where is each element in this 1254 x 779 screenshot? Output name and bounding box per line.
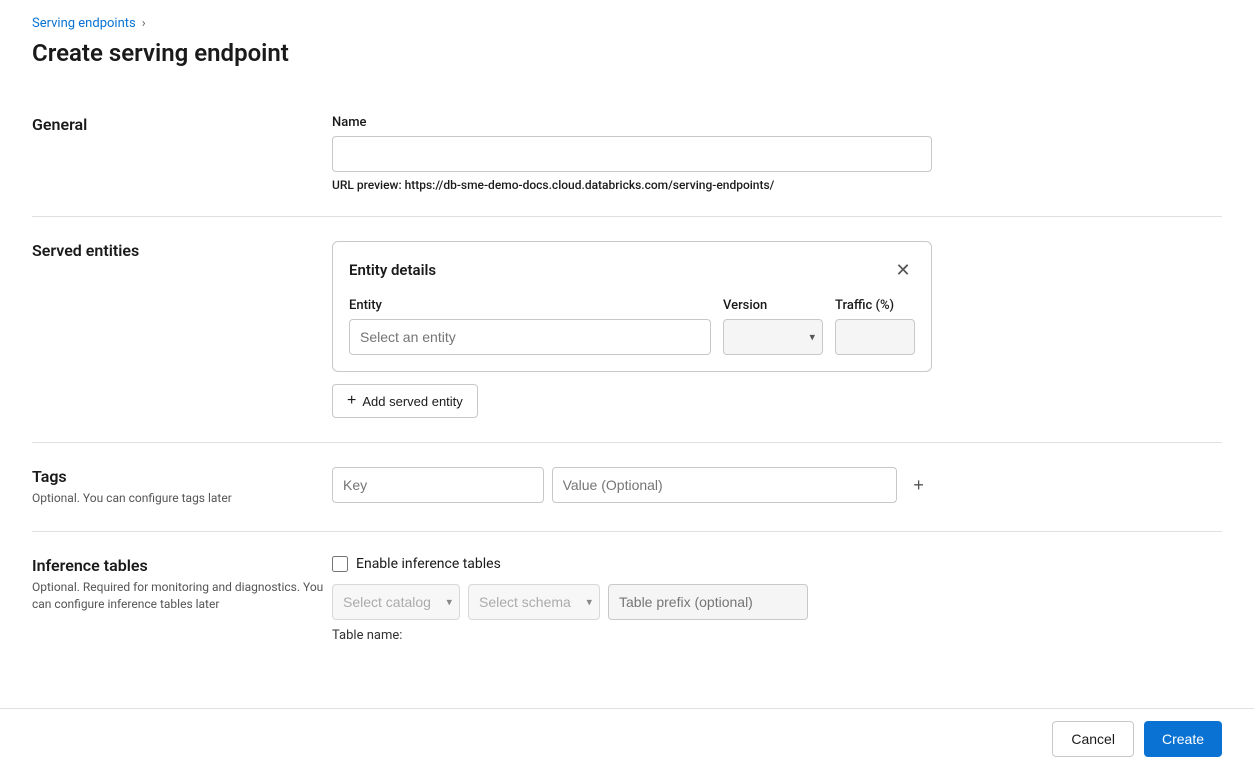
plus-icon: + [347,392,356,410]
url-preview: URL preview: https://db-sme-demo-docs.cl… [332,178,932,192]
tag-key-input[interactable] [332,467,544,503]
add-tag-icon: + [913,475,924,496]
cancel-button[interactable]: Cancel [1052,721,1134,757]
inference-tables-section: Inference tables Optional. Required for … [32,532,1222,667]
served-entities-title: Served entities [32,241,332,260]
table-prefix-input[interactable] [608,584,808,620]
schema-select[interactable]: Select schema [468,584,600,620]
table-name-label: Table name: [332,628,402,643]
inference-tables-note: Optional. Required for monitoring and di… [32,579,332,613]
page-footer: Cancel Create [0,708,1254,768]
add-served-entity-button[interactable]: + Add served entity [332,384,478,418]
tag-value-input[interactable] [552,467,898,503]
version-label: Version [723,298,823,313]
served-entities-section: Served entities Entity details ✕ Entity [32,217,1222,443]
name-input[interactable] [332,136,932,172]
entity-card-title: Entity details [349,261,436,279]
traffic-input[interactable]: 100 [835,319,915,355]
breadcrumb-link[interactable]: Serving endpoints [32,16,136,31]
name-label: Name [332,115,932,130]
add-tag-button[interactable]: + [905,471,932,499]
general-section: General Name URL preview: https://db-sme… [32,91,1222,217]
entity-details-card: Entity details ✕ Entity Version [332,241,932,372]
close-entity-card-button[interactable]: ✕ [891,258,915,282]
inference-tables-title: Inference tables [32,556,332,575]
add-entity-label: Add served entity [362,394,462,409]
page-title: Create serving endpoint [32,39,1222,67]
enable-inference-row: Enable inference tables [332,556,932,572]
general-section-title: General [32,115,332,134]
tags-row: + [332,467,932,503]
version-select[interactable] [723,319,823,355]
inference-fields: Select catalog Select schema [332,584,932,620]
breadcrumb-separator: › [142,16,146,31]
create-button[interactable]: Create [1144,721,1222,757]
tags-section: Tags Optional. You can configure tags la… [32,443,1222,532]
tags-section-note: Optional. You can configure tags later [32,490,332,507]
table-name-row: Table name: [332,628,932,643]
tags-section-title: Tags [32,467,332,486]
entity-select-input[interactable] [349,319,711,355]
enable-inference-checkbox[interactable] [332,556,348,572]
traffic-label: Traffic (%) [835,298,915,313]
enable-inference-label: Enable inference tables [356,556,501,572]
catalog-select[interactable]: Select catalog [332,584,460,620]
breadcrumb: Serving endpoints › [32,16,1222,31]
entity-label: Entity [349,298,711,313]
